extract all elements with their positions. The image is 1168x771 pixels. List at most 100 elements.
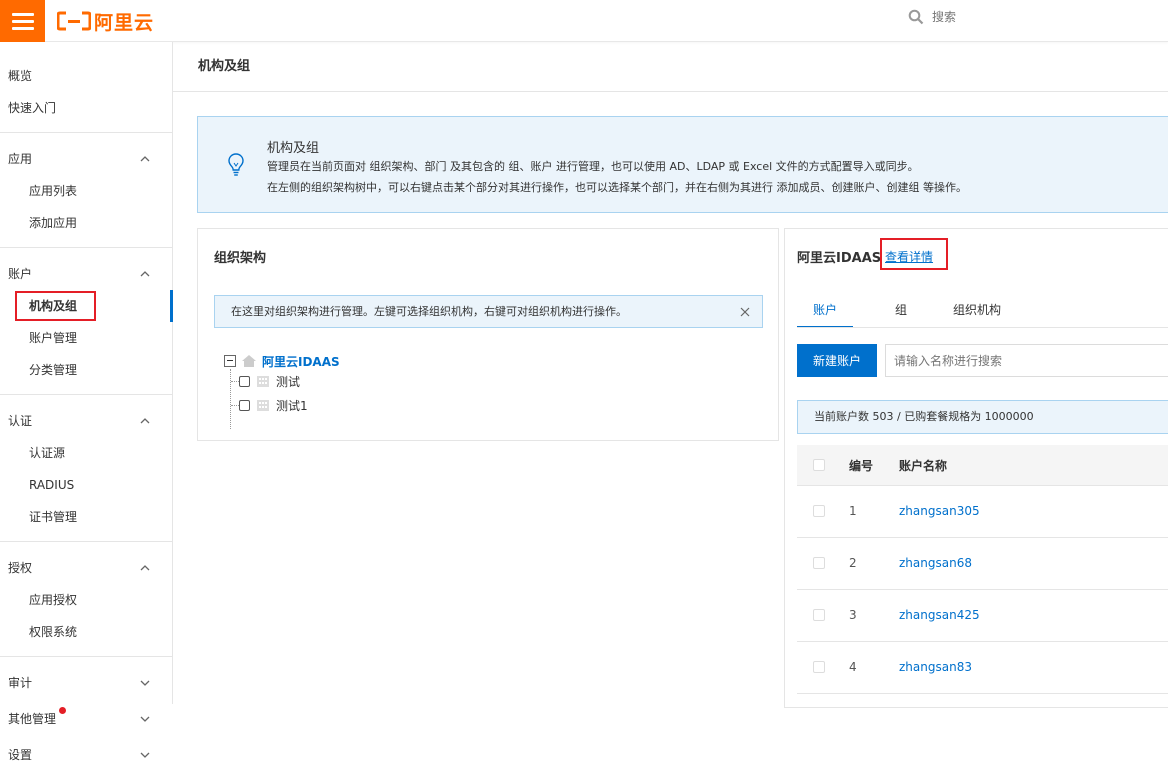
row-num: 2 — [849, 556, 857, 570]
highlight-box — [880, 238, 948, 270]
sidebar-group-apps[interactable]: 应用 — [0, 143, 172, 175]
sidebar-item-org-and-groups[interactable]: 机构及组 — [0, 290, 173, 322]
chevron-down-icon — [140, 716, 150, 722]
sidebar-item-label: 应用列表 — [29, 184, 78, 198]
sidebar-group-label: 应用 — [8, 152, 33, 166]
search-icon[interactable] — [908, 9, 924, 25]
notice-title: 机构及组 — [267, 141, 320, 156]
notification-badge — [59, 707, 66, 714]
lightbulb-icon — [228, 153, 244, 176]
sidebar-item-auth-source[interactable]: 认证源 — [0, 437, 172, 469]
tree-node-checkbox[interactable] — [239, 375, 250, 387]
org-tree: 阿里云IDAAS 测试 测试1 — [224, 351, 340, 429]
org-info-banner: 在这里对组织架构进行管理。左键可选择组织机构，右键可对组织机构进行操作。 — [214, 295, 763, 328]
tab-accounts[interactable]: 账户 — [797, 301, 853, 328]
info-notice: 机构及组 管理员在当前页面对 组织架构、部门 及其包含的 组、账户 进行管理，也… — [197, 116, 1168, 213]
tree-node-checkbox[interactable] — [239, 399, 250, 411]
sidebar-group-label: 授权 — [8, 561, 33, 575]
sidebar-item-label: 概览 — [8, 69, 33, 83]
account-name-link[interactable]: zhangsan425 — [899, 608, 980, 622]
sidebar-item-category-management[interactable]: 分类管理 — [0, 354, 172, 386]
global-search[interactable] — [908, 9, 1132, 25]
tree-root-label: 阿里云IDAAS — [262, 354, 340, 369]
sidebar-item-radius[interactable]: RADIUS — [0, 469, 172, 501]
tab-groups[interactable]: 组 — [873, 301, 929, 328]
brand-name: 阿里云 — [94, 11, 155, 34]
sidebar-group-label: 认证 — [8, 414, 33, 428]
row-checkbox[interactable] — [813, 505, 825, 517]
building-icon — [257, 376, 269, 387]
sidebar-item-permission-system[interactable]: 权限系统 — [0, 616, 172, 648]
sidebar-group-other[interactable]: 其他管理 — [0, 703, 172, 735]
sidebar-item-account-management[interactable]: 账户管理 — [0, 322, 172, 354]
sidebar-item-label: 应用授权 — [29, 593, 78, 607]
sidebar-group-label: 审计 — [8, 676, 33, 690]
tab-org-units[interactable]: 组织机构 — [949, 301, 1005, 328]
tree-node-root[interactable]: 阿里云IDAAS — [224, 351, 340, 371]
menu-icon[interactable] — [0, 0, 45, 42]
chevron-up-icon — [140, 418, 150, 424]
sidebar-item-label: 证书管理 — [29, 510, 78, 524]
page-title: 机构及组 — [173, 42, 1168, 92]
org-info-text: 在这里对组织架构进行管理。左键可选择组织机构，右键可对组织机构进行操作。 — [231, 305, 627, 318]
sidebar-group-accounts[interactable]: 账户 — [0, 258, 172, 290]
close-icon[interactable] — [740, 307, 750, 317]
account-name-link[interactable]: zhangsan68 — [899, 556, 972, 570]
account-search-input[interactable] — [885, 344, 1168, 377]
sidebar-item-overview[interactable]: 概览 — [0, 60, 172, 92]
sidebar-item-add-app[interactable]: 添加应用 — [0, 207, 172, 239]
table-row: 2 zhangsan68 — [797, 538, 1168, 590]
account-name-link[interactable]: zhangsan83 — [899, 660, 972, 674]
row-checkbox[interactable] — [813, 661, 825, 673]
home-icon — [242, 355, 256, 367]
sidebar: 概览 快速入门 应用 应用列表 添加应用 账户 机构及组 账户管理 分类管理 认… — [0, 42, 173, 762]
tree-node[interactable]: 测试1 — [231, 393, 340, 417]
aliyun-logo[interactable]: 阿里云 — [57, 8, 154, 34]
collapse-icon[interactable] — [224, 355, 236, 367]
org-structure-panel: 组织架构 在这里对组织架构进行管理。左键可选择组织机构，右键可对组织机构进行操作… — [197, 228, 779, 441]
sidebar-item-quickstart[interactable]: 快速入门 — [0, 92, 172, 124]
account-tabs: 账户 组 组织机构 — [797, 301, 1025, 328]
search-input[interactable] — [932, 10, 1132, 24]
top-bar: 阿里云 — [0, 0, 1168, 42]
chevron-up-icon — [140, 156, 150, 162]
chevron-up-icon — [140, 271, 150, 277]
column-header-num[interactable]: 编号 — [849, 457, 873, 474]
row-checkbox[interactable] — [813, 557, 825, 569]
sidebar-group-auth[interactable]: 认证 — [0, 405, 172, 437]
sidebar-group-label: 设置 — [8, 748, 33, 762]
tab-divider — [797, 327, 1168, 328]
sidebar-item-label: 添加应用 — [29, 216, 78, 230]
sidebar-group-label: 账户 — [8, 267, 33, 281]
account-name-link[interactable]: zhangsan305 — [899, 504, 980, 518]
sidebar-group-authorization[interactable]: 授权 — [0, 552, 172, 584]
sidebar-item-certificates[interactable]: 证书管理 — [0, 501, 172, 533]
notice-text: 管理员在当前页面对 组织架构、部门 及其包含的 组、账户 进行管理，也可以使用 … — [267, 160, 919, 173]
new-account-button[interactable]: 新建账户 — [797, 344, 877, 377]
table-row: 3 zhangsan425 — [797, 590, 1168, 642]
sidebar-divider — [0, 394, 172, 395]
sidebar-item-label: 认证源 — [29, 446, 66, 460]
sidebar-divider — [0, 656, 172, 657]
column-header-name[interactable]: 账户名称 — [899, 457, 947, 474]
sidebar-item-app-authorization[interactable]: 应用授权 — [0, 584, 172, 616]
account-panel: 阿里云IDAAS 查看详情 账户 组 组织机构 新建账户 当前账户数 503 /… — [784, 228, 1168, 708]
select-all-checkbox[interactable] — [813, 459, 825, 471]
building-icon — [257, 400, 269, 411]
sidebar-group-settings[interactable]: 设置 — [0, 739, 172, 771]
notice-text: 在左侧的组织架构树中，可以右键点击某个部分对其进行操作，也可以选择某个部门，并在… — [267, 181, 967, 194]
sidebar-divider — [0, 541, 172, 542]
chevron-down-icon — [140, 752, 150, 758]
tree-node[interactable]: 测试 — [231, 369, 340, 393]
sidebar-group-label: 其他管理 — [8, 712, 57, 726]
sidebar-item-label: 账户管理 — [29, 331, 78, 345]
aliyun-logo-icon — [57, 11, 91, 31]
sidebar-item-label: 快速入门 — [8, 101, 57, 115]
sidebar-item-label: 分类管理 — [29, 363, 78, 377]
sidebar-divider — [0, 132, 172, 133]
sidebar-divider — [0, 247, 172, 248]
row-checkbox[interactable] — [813, 609, 825, 621]
sidebar-group-audit[interactable]: 审计 — [0, 667, 172, 699]
table-row: 4 zhangsan83 — [797, 642, 1168, 694]
sidebar-item-app-list[interactable]: 应用列表 — [0, 175, 172, 207]
